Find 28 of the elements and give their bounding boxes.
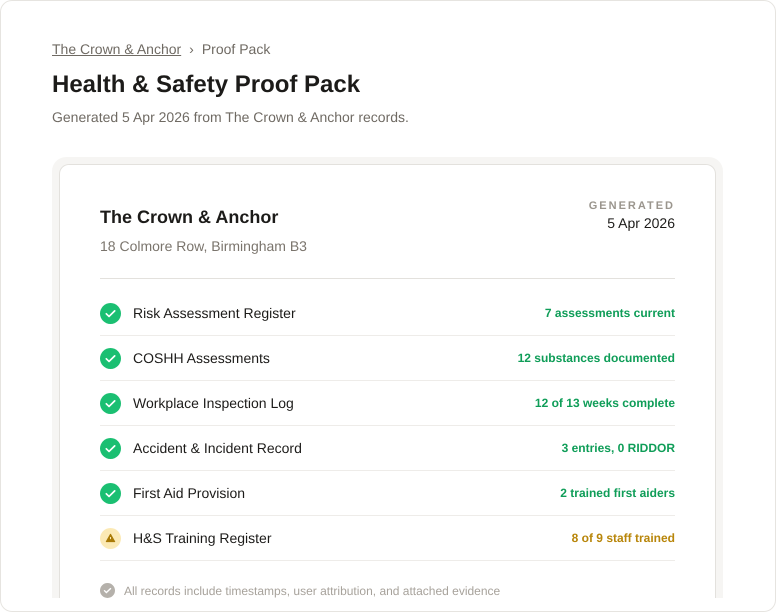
footer-note: All records include timestamps, user attribution, and attached evidence bbox=[124, 584, 500, 598]
warning-icon bbox=[100, 528, 121, 548]
breadcrumb-current: Proof Pack bbox=[202, 41, 270, 57]
generated-date: 5 Apr 2026 bbox=[606, 215, 675, 231]
generated-label: GENERATED bbox=[588, 200, 675, 212]
check-icon bbox=[100, 348, 121, 368]
check-icon bbox=[100, 482, 121, 504]
check-icon bbox=[100, 438, 121, 458]
record-summary: 2 trained first aiders bbox=[560, 486, 675, 500]
breadcrumb-link[interactable]: The Crown & Anchor bbox=[52, 41, 182, 57]
venue-name: The Crown & Anchor bbox=[100, 207, 280, 228]
record-label: First Aid Provision bbox=[133, 485, 246, 501]
record-summary: 7 assessments current bbox=[544, 306, 675, 320]
record-summary: 3 entries, 0 RIDDOR bbox=[562, 441, 675, 455]
record-summary: 12 of 13 weeks complete bbox=[534, 396, 675, 410]
record-label: Accident & Incident Record bbox=[133, 440, 303, 456]
record-label: Workplace Inspection Log bbox=[133, 395, 295, 411]
record-summary: 8 of 9 staff trained bbox=[572, 531, 675, 545]
record-label: COSHH Assessments bbox=[133, 350, 271, 366]
record-summary: 12 substances documented bbox=[518, 351, 675, 365]
page-subtitle: Generated 5 Apr 2026 from The Crown & Anchor records. bbox=[52, 109, 410, 125]
record-label: H&S Training Register bbox=[133, 530, 273, 546]
breadcrumb-separator: › bbox=[189, 41, 194, 57]
record-label: Risk Assessment Register bbox=[133, 305, 297, 321]
check-icon bbox=[100, 392, 121, 414]
venue-address: 18 Colmore Row, Birmingham B3 bbox=[100, 238, 307, 254]
check-icon bbox=[100, 302, 121, 324]
page-title: Health & Safety Proof Pack bbox=[52, 71, 362, 99]
